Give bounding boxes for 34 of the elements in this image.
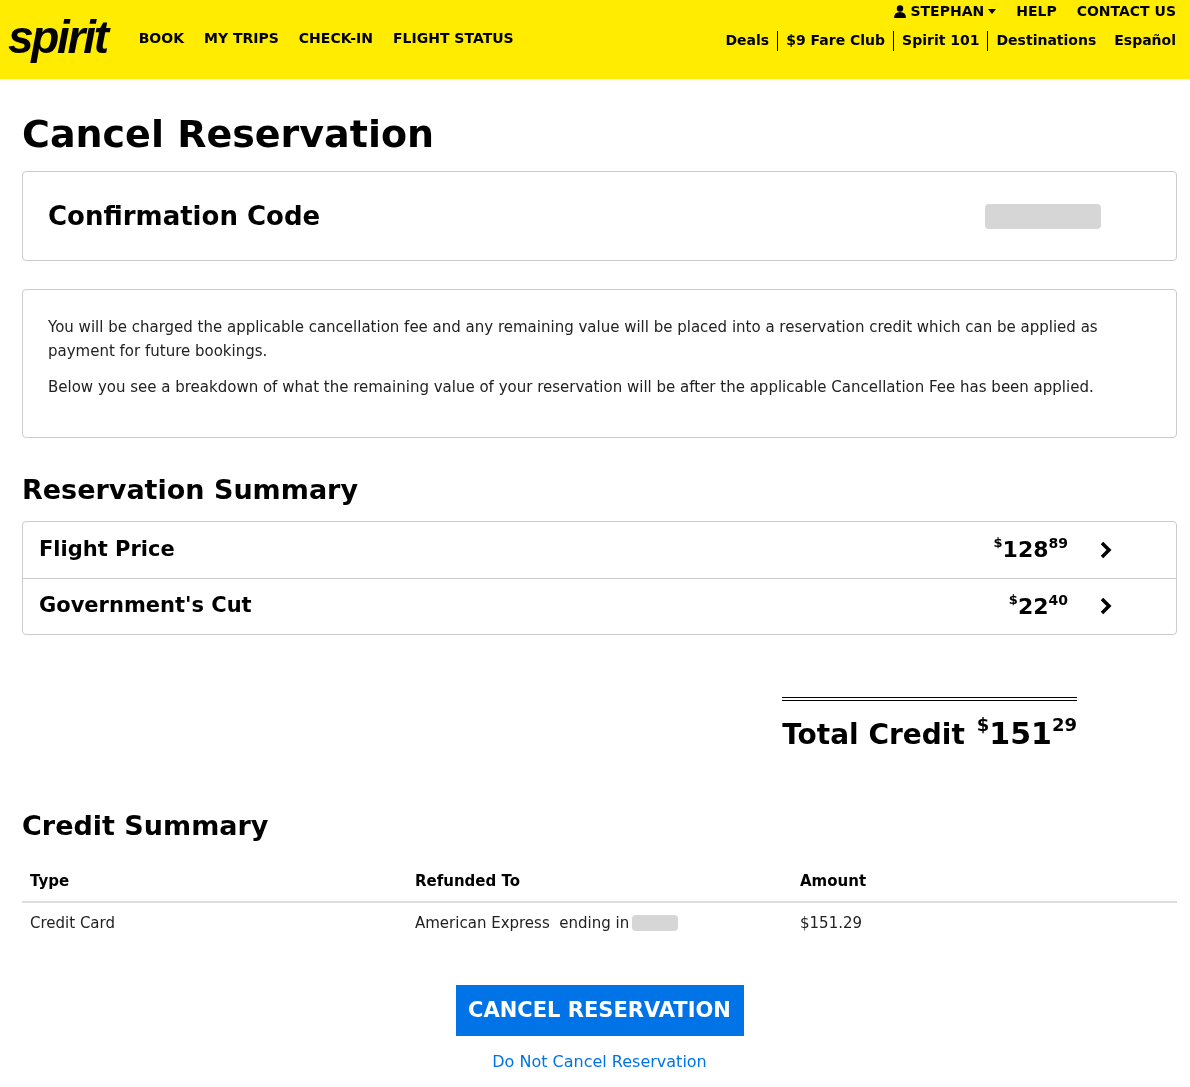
cancel-reservation-button[interactable]: CANCEL RESERVATION: [455, 985, 744, 1036]
confirmation-label: Confirmation Code: [48, 199, 321, 233]
user-menu[interactable]: STEPHAN: [894, 1, 997, 22]
sub-nav-link[interactable]: Spirit 101: [902, 30, 980, 51]
column-header: Type: [22, 862, 407, 902]
sub-nav-link[interactable]: Deals: [725, 30, 770, 51]
redacted-digits: [632, 914, 679, 931]
table-cell-text: American Express ending in: [415, 912, 630, 934]
top-link[interactable]: CONTACT US: [1076, 1, 1176, 22]
sub-nav-link[interactable]: Destinations: [996, 30, 1097, 51]
notice-text: Below you see a breakdown of what the remaining value of your reservation will be after the applicable Cancellation Fee has been applied.: [48, 377, 1095, 398]
nav-link[interactable]: FLIGHT STATUS: [393, 28, 514, 49]
sub-nav-link[interactable]: $9 Fare Club: [786, 30, 886, 51]
nav-link[interactable]: BOOK: [138, 28, 184, 49]
section-title: Credit Summary: [22, 808, 270, 843]
summary-label: Government's Cut: [39, 592, 252, 620]
table-cell: Credit Card: [22, 901, 407, 943]
column-header: Refunded To: [407, 862, 792, 902]
column-header: Amount: [792, 862, 1177, 902]
section-title: Reservation Summary: [22, 473, 360, 507]
caret-icon: [988, 9, 997, 14]
total-label: Total Credit: [782, 716, 965, 753]
page-title: Cancel Reservation: [22, 115, 436, 153]
user-icon: [894, 5, 907, 18]
top-link[interactable]: HELP: [1016, 1, 1057, 22]
do-not-cancel-link[interactable]: Do Not Cancel Reservation: [492, 1050, 707, 1074]
chevron-right-icon: [1100, 597, 1112, 615]
sub-nav-link[interactable]: Español: [1114, 30, 1176, 51]
nav-link[interactable]: MY TRIPS: [204, 28, 279, 49]
summary-label: Flight Price: [39, 535, 175, 563]
chevron-right-icon: [1100, 540, 1112, 559]
notice-text: You will be charged the applicable cancellation fee and any remaining value will be placed into a reservation credit which can be applied as payment for future bookings.: [48, 317, 1099, 362]
nav-link[interactable]: CHECK-IN: [298, 28, 374, 49]
table-cell: $151.29: [792, 901, 1177, 943]
